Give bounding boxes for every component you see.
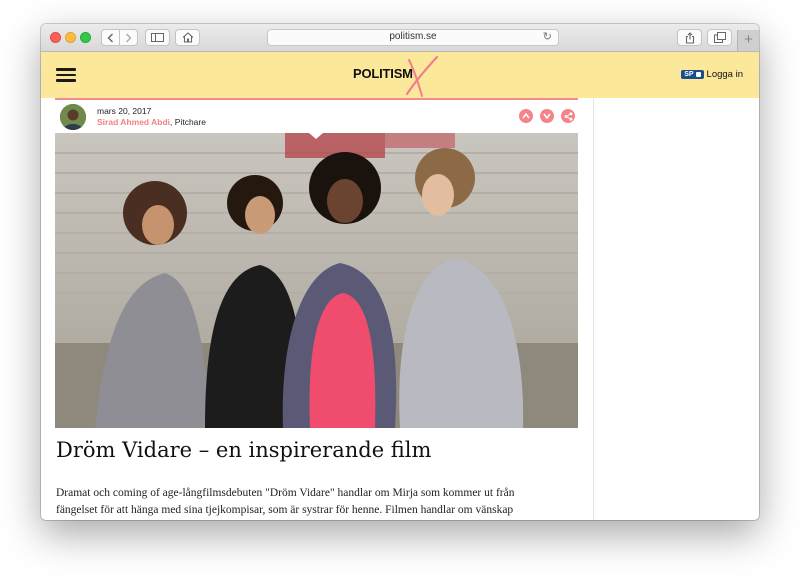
arrow-down-icon — [543, 113, 551, 119]
image-notch — [309, 133, 323, 139]
author-role: , Pitchare — [170, 117, 206, 127]
tabs-button[interactable] — [707, 29, 732, 46]
site-header: POLITISM SP Logga in — [41, 52, 759, 98]
back-button[interactable] — [101, 29, 120, 46]
logo-x-mark — [405, 55, 439, 97]
article-body-line: fängelset för att hänga med sina tjejkom… — [56, 504, 514, 516]
article-body: Dramat och coming of age-långfilmsdebute… — [56, 485, 576, 519]
share-icon — [685, 31, 694, 44]
avatar-photo — [60, 104, 86, 130]
sidebar-divider — [593, 98, 594, 520]
forward-button[interactable] — [119, 29, 138, 46]
byline: Sirad Ahmed Abdi, Pitchare — [97, 117, 206, 127]
login-link[interactable]: SP Logga in — [681, 69, 743, 80]
zoom-window-button[interactable] — [80, 32, 91, 43]
reload-icon[interactable]: ↻ — [543, 30, 552, 43]
arrow-up-button[interactable] — [519, 109, 533, 123]
article-title: Dröm Vidare – en inspirerande film — [56, 438, 432, 462]
article-body-line: Dramat och coming of age-långfilmsdebute… — [56, 487, 515, 499]
url-text: politism.se — [389, 31, 437, 42]
minimize-window-button[interactable] — [65, 32, 76, 43]
menu-icon[interactable] — [56, 68, 76, 82]
home-button[interactable] — [175, 29, 200, 46]
share-button[interactable] — [677, 29, 702, 46]
share-article-button[interactable] — [561, 109, 575, 123]
share-icon — [564, 111, 572, 121]
page-content: mars 20, 2017 Sirad Ahmed Abdi, Pitchare — [41, 98, 759, 520]
browser-toolbar: politism.se ↻ + — [41, 24, 759, 52]
arrow-up-icon — [522, 113, 530, 119]
sidebar-icon — [151, 33, 164, 42]
hero-image — [55, 133, 578, 428]
tabs-icon — [713, 32, 726, 43]
login-label: Logga in — [706, 69, 743, 80]
close-window-button[interactable] — [50, 32, 61, 43]
arrow-down-button[interactable] — [540, 109, 554, 123]
sidebar-button[interactable] — [145, 29, 170, 46]
sp-badge-text: SP — [684, 71, 694, 78]
chevron-left-icon — [107, 33, 113, 42]
accent-divider — [55, 98, 578, 100]
hero-photo — [55, 133, 578, 428]
author-link[interactable]: Sirad Ahmed Abdi — [97, 117, 170, 127]
sp-badge: SP — [681, 70, 704, 79]
article-date: mars 20, 2017 — [97, 106, 152, 116]
chevron-right-icon — [126, 33, 132, 42]
avatar[interactable] — [60, 104, 86, 130]
new-tab-button[interactable]: + — [737, 30, 759, 51]
browser-window: politism.se ↻ + POLITISM SP Logga in mar… — [41, 24, 759, 520]
home-icon — [182, 32, 193, 43]
address-bar[interactable]: politism.se ↻ — [267, 29, 559, 46]
